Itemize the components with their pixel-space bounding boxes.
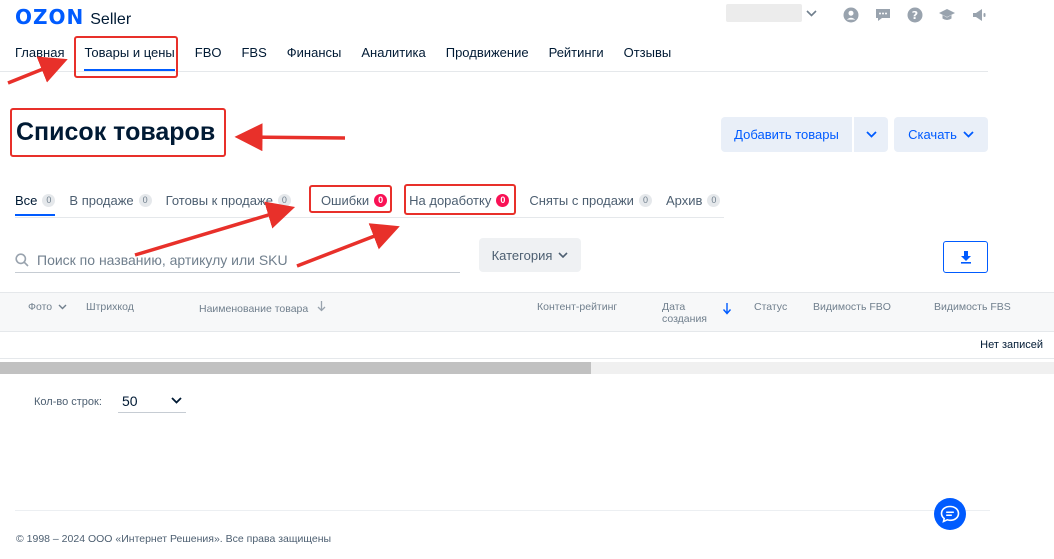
nav-item-fbs[interactable]: FBS (241, 45, 266, 60)
help-icon[interactable]: ? (906, 6, 924, 24)
add-products-menu-button[interactable] (854, 117, 888, 152)
support-chat-button[interactable] (934, 498, 966, 530)
column-created-date[interactable]: Дата создания (662, 301, 707, 325)
account-selector[interactable] (726, 4, 802, 22)
chat-icon[interactable] (874, 6, 892, 24)
tab-errors[interactable]: Ошибки 0 (320, 193, 388, 208)
user-icon[interactable] (842, 6, 860, 24)
tab-count-badge: 0 (42, 194, 56, 207)
table-divider (0, 358, 1054, 359)
logo-brand: OZON (15, 5, 85, 29)
nav-item-analytics[interactable]: Аналитика (361, 45, 425, 60)
tab-label: В продаже (69, 193, 134, 208)
column-product-name[interactable]: Наименование товара (199, 301, 326, 315)
annotation-arrow (234, 123, 346, 152)
rows-per-page-value: 50 (122, 392, 138, 409)
tab-label: Архив (665, 193, 703, 208)
tab-removed-from-sale[interactable]: Сняты с продажи 0 (529, 193, 652, 208)
tab-count-badge: 0 (277, 194, 291, 207)
empty-table-message: Нет записей (980, 339, 1043, 351)
horizontal-scrollbar-thumb[interactable] (0, 362, 591, 374)
chevron-down-icon (58, 304, 67, 310)
column-status: Статус (754, 301, 788, 313)
category-filter-button[interactable]: Категория (479, 238, 581, 272)
tab-label: Ошибки (320, 193, 370, 208)
column-barcode: Штрихкод (86, 301, 134, 313)
column-visibility-fbs: Видимость FBS (934, 301, 1011, 313)
tab-all[interactable]: Все 0 (15, 193, 56, 216)
nav-item-home[interactable]: Главная (15, 45, 64, 60)
tab-label: Сняты с продажи (529, 193, 634, 208)
chevron-down-icon (963, 131, 974, 138)
chevron-down-icon (171, 397, 182, 404)
column-content-rating: Контент-рейтинг (537, 301, 618, 313)
announcement-icon[interactable] (970, 6, 988, 24)
svg-text:?: ? (912, 9, 918, 22)
page-title: Список товаров (16, 118, 216, 146)
column-photo[interactable]: Фото (28, 301, 67, 313)
search-input[interactable] (37, 252, 437, 268)
column-label: Дата (662, 301, 686, 313)
logo-product: Seller (90, 11, 132, 28)
tab-archive[interactable]: Архив 0 (665, 193, 721, 208)
column-visibility-fbo: Видимость FBO (813, 301, 891, 313)
status-tabs: Все 0 В продаже 0 Готовы к продаже 0 Оши… (15, 193, 734, 216)
tab-label: Готовы к продаже (165, 193, 273, 208)
add-products-button[interactable]: Добавить товары (721, 117, 852, 152)
nav-item-products[interactable]: Товары и цены (84, 45, 176, 71)
download-icon (960, 251, 971, 264)
sort-arrow-icon (317, 301, 326, 312)
nav-divider (0, 71, 988, 72)
annotation-arrows (7, 56, 400, 268)
nav-item-reviews[interactable]: Отзывы (624, 45, 672, 60)
search-field (15, 248, 460, 273)
nav-item-ratings[interactable]: Рейтинги (549, 45, 604, 60)
annotation-arrow (7, 56, 68, 85)
export-button[interactable] (943, 241, 988, 273)
tab-label: На доработку (409, 193, 492, 208)
tab-count-badge: 0 (374, 194, 388, 207)
footer-divider (15, 510, 990, 511)
tab-count-badge: 0 (707, 194, 721, 207)
main-nav: Главная Товары и цены FBO FBS Финансы Ан… (15, 45, 691, 71)
chevron-down-icon (558, 252, 568, 258)
tab-count-badge: 0 (496, 194, 510, 207)
nav-item-promotion[interactable]: Продвижение (446, 45, 529, 60)
category-filter-label: Категория (491, 247, 553, 263)
tabs-divider (15, 217, 724, 218)
chat-bubble-icon (940, 505, 960, 523)
search-icon (15, 253, 29, 267)
chevron-down-icon[interactable] (806, 6, 817, 20)
copyright: © 1998 – 2024 ООО «Интернет Решения». Вс… (16, 533, 332, 545)
tab-label: Все (15, 193, 38, 208)
rows-per-page-select[interactable]: 50 (118, 389, 186, 413)
tab-needs-revision[interactable]: На доработку 0 (409, 193, 510, 208)
column-label: Фото (28, 301, 53, 313)
column-label: создания (662, 313, 707, 325)
nav-item-finance[interactable]: Финансы (287, 45, 342, 60)
tab-count-badge: 0 (138, 194, 152, 207)
tab-count-badge: 0 (638, 194, 652, 207)
download-button[interactable]: Скачать (894, 117, 988, 152)
column-label: Наименование товара (199, 303, 309, 315)
nav-item-fbo[interactable]: FBO (195, 45, 222, 60)
chevron-down-icon (865, 131, 877, 138)
tab-on-sale[interactable]: В продаже 0 (69, 193, 152, 208)
top-icons: ? (842, 6, 988, 24)
sort-arrow-icon[interactable] (722, 303, 732, 315)
tab-ready-for-sale[interactable]: Готовы к продаже 0 (166, 193, 291, 208)
table-header: Фото Штрихкод Наименование товара Контен… (0, 292, 1054, 332)
ozon-seller-logo[interactable]: OZON Seller (15, 5, 131, 29)
download-button-label: Скачать (908, 127, 957, 142)
rows-per-page-label: Кол-во строк: (34, 396, 102, 408)
education-icon[interactable] (938, 6, 956, 24)
